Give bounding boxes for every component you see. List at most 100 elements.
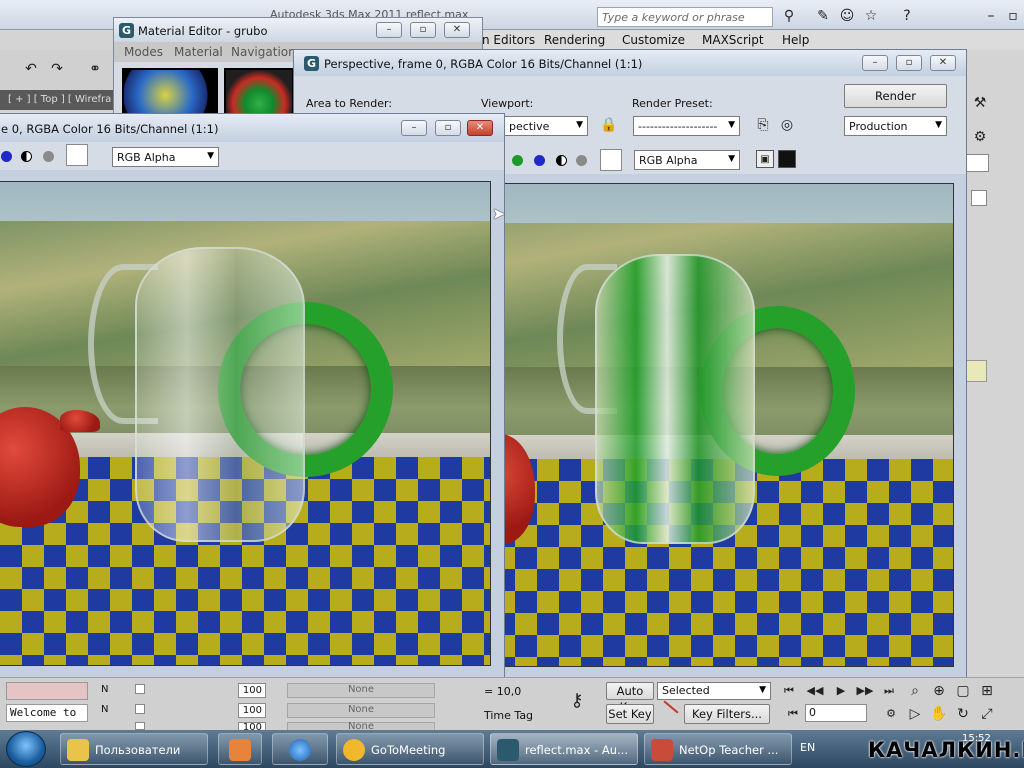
channel-select[interactable]: RGB Alpha ▼ bbox=[112, 147, 219, 167]
checkbox[interactable] bbox=[135, 684, 145, 694]
previous-frame-icon[interactable]: ◀◀ bbox=[806, 682, 824, 700]
render-preset-select[interactable]: -------------------- ▼ bbox=[633, 116, 740, 136]
zoom-extents-all-icon[interactable]: ⊞ bbox=[978, 682, 996, 700]
mono-channel-icon[interactable] bbox=[576, 155, 587, 166]
time-tag-label[interactable]: Time Tag bbox=[484, 709, 533, 722]
pan-icon[interactable]: ✋ bbox=[930, 705, 948, 723]
close-button[interactable]: ✕ bbox=[444, 22, 470, 38]
color-swatch[interactable] bbox=[66, 144, 88, 166]
next-frame-icon[interactable]: ▶▶ bbox=[856, 682, 874, 700]
key-mode-icon[interactable]: ⏮ bbox=[784, 705, 802, 723]
watermark: КАЧАЛКИН.РУ bbox=[868, 738, 1024, 762]
green-channel-icon[interactable] bbox=[512, 155, 523, 166]
key-filters-button[interactable]: Key Filters... bbox=[684, 704, 770, 724]
alpha-channel-icon[interactable] bbox=[556, 155, 567, 166]
minimize-button[interactable]: – bbox=[376, 22, 402, 38]
close-button[interactable]: ✕ bbox=[467, 120, 493, 136]
binoculars-icon[interactable]: ⚲ bbox=[780, 7, 798, 25]
menu-modes[interactable]: Modes bbox=[124, 45, 163, 59]
key-mode-select[interactable]: Selected ▼ bbox=[657, 682, 771, 700]
color-swatch[interactable] bbox=[965, 360, 987, 382]
lock-icon[interactable]: 🔒 bbox=[600, 116, 618, 134]
viewport-select-value: pective bbox=[509, 120, 550, 133]
favorite-star-icon[interactable]: ☆ bbox=[862, 7, 880, 25]
minimize-button[interactable]: – bbox=[401, 120, 427, 136]
alpha-channel-icon[interactable] bbox=[21, 151, 32, 162]
media-player-icon bbox=[229, 739, 251, 761]
taskbar-item-media-player[interactable] bbox=[218, 733, 262, 765]
glass-jug bbox=[135, 247, 305, 542]
production-select[interactable]: Production ▼ bbox=[844, 116, 947, 136]
menu-maxscript[interactable]: MAXScript bbox=[702, 33, 764, 47]
menu-rendering[interactable]: Rendering bbox=[544, 33, 605, 47]
maxscript-listener[interactable] bbox=[6, 682, 88, 700]
key-icon[interactable]: ⚷ bbox=[568, 692, 586, 710]
none-button[interactable]: None bbox=[287, 683, 435, 698]
taskbar-item-gotomeeting[interactable]: GoToMeeting bbox=[336, 733, 484, 765]
restore-icon[interactable]: ▫ bbox=[1004, 7, 1022, 25]
user-icon[interactable]: ☺ bbox=[838, 7, 856, 25]
menu-material[interactable]: Material bbox=[174, 45, 223, 59]
play-icon[interactable]: ▶ bbox=[832, 682, 850, 700]
language-indicator[interactable]: EN bbox=[800, 741, 815, 754]
render-button[interactable]: Render bbox=[844, 84, 947, 108]
maximize-button[interactable]: ▫ bbox=[435, 120, 461, 136]
zoom-icon[interactable]: ⌕ bbox=[906, 682, 924, 700]
color-swatch[interactable] bbox=[600, 149, 622, 171]
none-button[interactable]: None bbox=[287, 703, 435, 718]
clone-frame-icon[interactable]: ▣ bbox=[756, 150, 774, 168]
maximize-viewport-icon[interactable]: ⤢ bbox=[978, 705, 996, 723]
help-icon[interactable]: ? bbox=[898, 7, 916, 25]
close-button[interactable]: ✕ bbox=[930, 55, 956, 71]
spinner-field[interactable]: 100 bbox=[238, 683, 266, 698]
taskbar-item-3dsmax[interactable]: reflect.max - Au... bbox=[490, 733, 638, 765]
channel-select[interactable]: RGB Alpha ▼ bbox=[634, 150, 740, 170]
maximize-button[interactable]: ▫ bbox=[896, 55, 922, 71]
redo-icon[interactable]: ↷ bbox=[48, 60, 66, 78]
minimize-button[interactable]: – bbox=[862, 55, 888, 71]
zoom-all-icon[interactable]: ⊕ bbox=[930, 682, 948, 700]
panel-checkbox[interactable] bbox=[971, 190, 987, 206]
orbit-icon[interactable]: ↻ bbox=[954, 705, 972, 723]
taskbar-item-browser[interactable] bbox=[272, 733, 328, 765]
mono-channel-icon[interactable] bbox=[43, 151, 54, 162]
checkbox[interactable] bbox=[135, 722, 145, 730]
render-setup-icon[interactable]: ⎘ bbox=[754, 116, 772, 134]
hammer-icon[interactable]: ⚒ bbox=[971, 94, 989, 112]
gear-icon[interactable]: ⚙ bbox=[971, 128, 989, 146]
spinner-field[interactable]: 100 bbox=[238, 703, 266, 718]
menu-graph-editors[interactable]: n Editors bbox=[482, 33, 535, 47]
taskbar-item-users-folder[interactable]: Пользователи bbox=[60, 733, 208, 765]
blue-channel-icon[interactable] bbox=[1, 151, 12, 162]
environment-icon[interactable]: ◎ bbox=[778, 116, 796, 134]
current-frame-field[interactable]: 0 bbox=[805, 704, 867, 722]
menu-customize[interactable]: Customize bbox=[622, 33, 685, 47]
search-input[interactable]: Type a keyword or phrase bbox=[597, 7, 773, 27]
minimize-icon[interactable]: – bbox=[982, 7, 1000, 25]
print-icon[interactable] bbox=[778, 150, 796, 168]
panel-dropdown[interactable] bbox=[965, 154, 989, 172]
time-config-icon[interactable]: ⚙ bbox=[882, 705, 900, 723]
taskbar-item-netop[interactable]: NetOp Teacher ... bbox=[644, 733, 792, 765]
menu-navigation[interactable]: Navigation bbox=[231, 45, 296, 59]
viewport-label[interactable]: [ + ] [ Top ] [ Wirefra bbox=[8, 94, 111, 105]
set-key-filter-icon[interactable] bbox=[663, 700, 679, 714]
goto-end-icon[interactable]: ⏭ bbox=[880, 682, 898, 700]
taskbar-item-label: reflect.max - Au... bbox=[525, 743, 628, 757]
undo-icon[interactable]: ↶ bbox=[22, 60, 40, 78]
checkbox[interactable] bbox=[135, 704, 145, 714]
zoom-extents-icon[interactable]: ▢ bbox=[954, 682, 972, 700]
scroll-arrow-icon[interactable] bbox=[973, 50, 989, 74]
set-key-button[interactable]: Set Key bbox=[606, 704, 654, 724]
goto-start-icon[interactable]: ⏮ bbox=[780, 682, 798, 700]
viewport-select[interactable]: pective ▼ bbox=[504, 116, 588, 136]
link-icon[interactable]: ⚭ bbox=[86, 60, 104, 78]
tools-icon[interactable]: ✎ bbox=[814, 7, 832, 25]
blue-channel-icon[interactable] bbox=[534, 155, 545, 166]
field-of-view-icon[interactable]: ▷ bbox=[906, 705, 924, 723]
start-button[interactable] bbox=[6, 731, 46, 767]
maximize-button[interactable]: ▫ bbox=[410, 22, 436, 38]
auto-key-button[interactable]: Auto Key bbox=[606, 682, 654, 714]
menu-help[interactable]: Help bbox=[782, 33, 809, 47]
reflective-jug bbox=[595, 254, 755, 544]
